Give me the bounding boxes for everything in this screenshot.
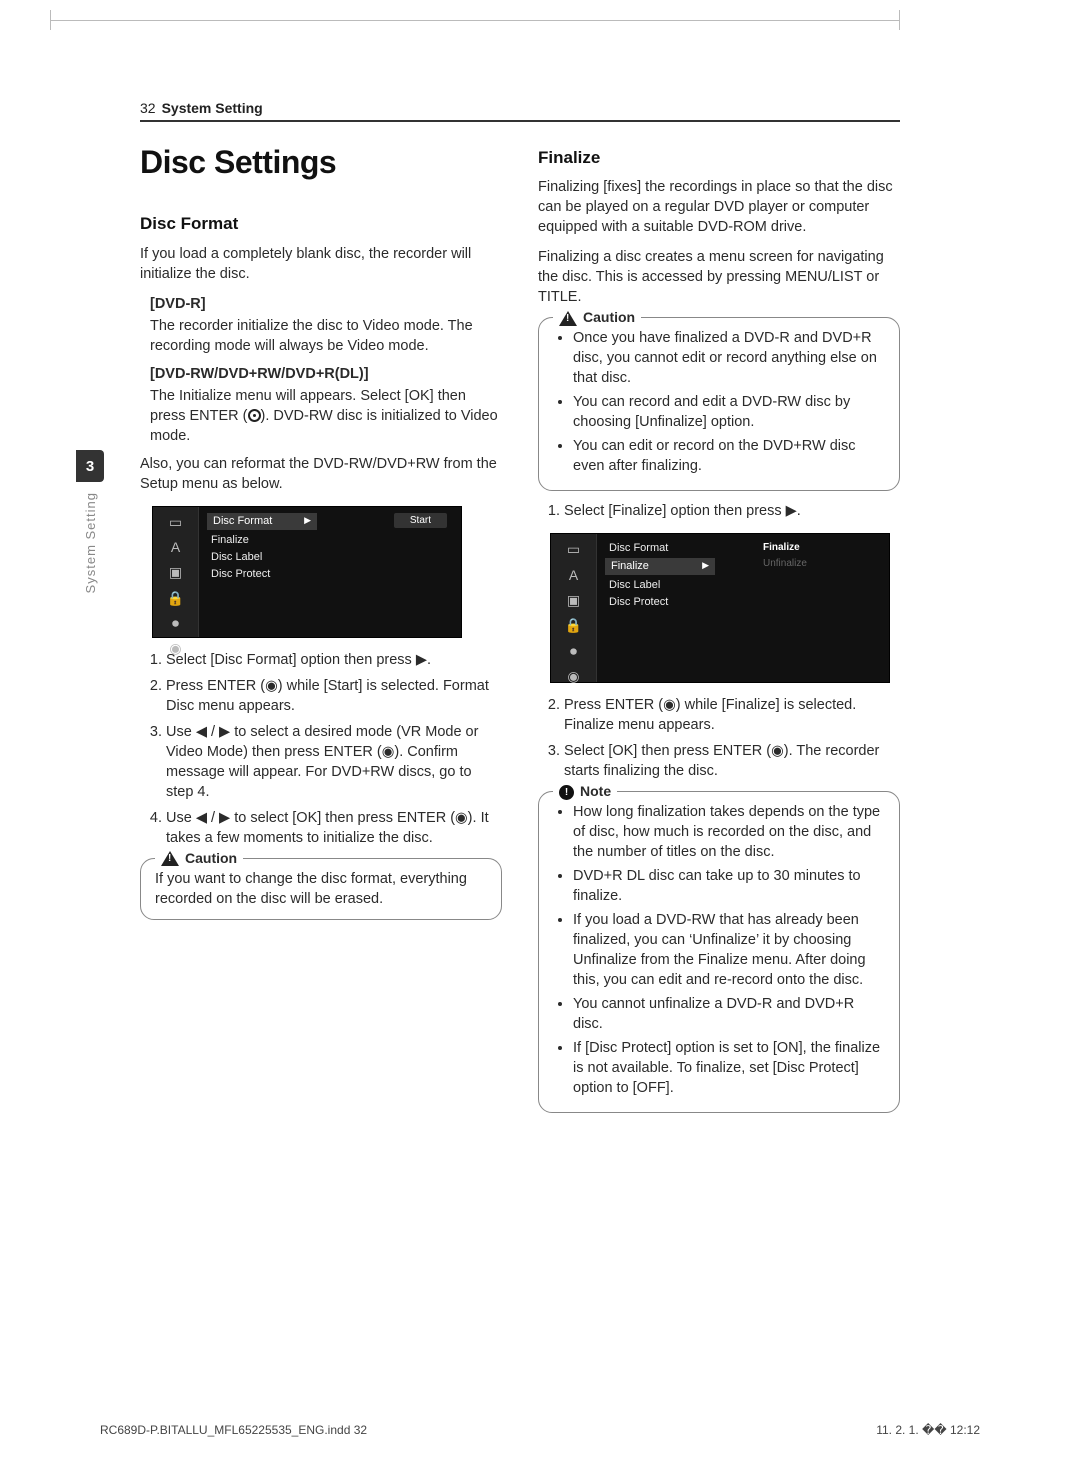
record-icon: ⏺ <box>172 614 179 633</box>
osd-item: Finalize <box>207 532 317 549</box>
step-item: Select [Disc Format] option then press ▶… <box>166 650 502 670</box>
step-item: Use ◀ / ▶ to select [OK] then press ENTE… <box>166 808 502 848</box>
note-item: You cannot unfinalize a DVD-R and DVD+R … <box>573 994 885 1034</box>
caution-body: If you want to change the disc format, e… <box>155 869 487 909</box>
osd-subitem-selected: Finalize <box>759 540 879 556</box>
finalize-steps-1: Select [Finalize] option then press ▶. <box>538 501 900 521</box>
note-item: DVD+R DL disc can take up to 30 minutes … <box>573 866 885 906</box>
finalize-p1: Finalizing [fixes] the recordings in pla… <box>538 177 900 237</box>
osd-start-button: Start <box>394 513 447 529</box>
letter-a-icon: A <box>171 538 180 557</box>
disc-format-intro: If you load a completely blank disc, the… <box>140 244 502 284</box>
header-rule <box>140 120 900 122</box>
also-reformat: Also, you can reformat the DVD-RW/DVD+RW… <box>140 454 502 494</box>
chapter-label: System Setting <box>83 492 98 593</box>
disc-format-steps: Select [Disc Format] option then press ▶… <box>140 650 502 848</box>
note-item: If [Disc Protect] option is set to [ON],… <box>573 1038 885 1098</box>
osd-item: Disc Label <box>605 577 715 594</box>
left-column: Disc Settings Disc Format If you load a … <box>140 140 502 1123</box>
screenshot-finalize: ▭ A ▣ 🔒 ⏺ ◉ Disc Format Finalize▶ Disc L… <box>550 533 890 683</box>
osd-item-selected: Finalize▶ <box>605 558 715 575</box>
osd-subitem-dim: Unfinalize <box>759 556 879 572</box>
note-box: !Note How long finalization takes depend… <box>538 791 900 1113</box>
caution-label: Caution <box>583 308 635 327</box>
step-item: Use ◀ / ▶ to select a desired mode (VR M… <box>166 722 502 802</box>
finalize-p2: Finalizing a disc creates a menu screen … <box>538 247 900 307</box>
lock-icon: 🔒 <box>167 589 184 608</box>
disc-media-icon: ◉ <box>567 667 579 686</box>
step-item: Press ENTER (◉) while [Start] is selecte… <box>166 676 502 716</box>
step-item: Press ENTER (◉) while [Finalize] is sele… <box>564 695 900 735</box>
disc-icon: ▭ <box>169 513 182 532</box>
letter-a-icon: A <box>569 566 578 585</box>
osd-item: Disc Label <box>207 549 317 566</box>
osd-item: Disc Protect <box>207 566 317 583</box>
caution-label: Caution <box>185 849 237 868</box>
heading-finalize: Finalize <box>538 146 900 169</box>
print-footer: RC689D-P.BITALLU_MFL65225535_ENG.indd 32… <box>100 1423 980 1437</box>
caution-item: Once you have finalized a DVD-R and DVD+… <box>573 328 885 388</box>
caution-box-right: Caution Once you have finalized a DVD-R … <box>538 317 900 491</box>
chapter-sidetab: 3 System Setting <box>76 450 104 620</box>
osd-item: Disc Format <box>605 540 715 557</box>
running-header: 32 System Setting <box>140 100 900 116</box>
right-column: Finalize Finalizing [fixes] the recordin… <box>538 140 900 1123</box>
osd-category-icons: ▭ A ▣ 🔒 ⏺ ◉ <box>551 534 597 682</box>
osd-item: Disc Protect <box>605 594 715 611</box>
osd-item-selected: Disc Format▶ <box>207 513 317 530</box>
step-item: Select [OK] then press ENTER (◉). The re… <box>564 741 900 781</box>
screenshot-disc-format: ▭ A ▣ 🔒 ⏺ ◉ Disc Format▶ Finalize Disc L… <box>152 506 462 638</box>
footer-file: RC689D-P.BITALLU_MFL65225535_ENG.indd 32 <box>100 1423 367 1437</box>
caution-icon <box>161 851 179 866</box>
finalize-steps-2: Press ENTER (◉) while [Finalize] is sele… <box>538 695 900 781</box>
heading-disc-format: Disc Format <box>140 212 502 235</box>
dvdrw-body: The Initialize menu will appears. Select… <box>150 386 502 446</box>
caution-icon <box>559 311 577 326</box>
caution-item: You can edit or record on the DVD+RW dis… <box>573 436 885 476</box>
note-icon: ! <box>559 785 574 800</box>
monitor-icon: ▣ <box>567 591 580 610</box>
note-item: If you load a DVD-RW that has already be… <box>573 910 885 990</box>
lock-icon: 🔒 <box>565 616 582 635</box>
disc-icon: ▭ <box>567 540 580 559</box>
step-item: Select [Finalize] option then press ▶. <box>564 501 900 521</box>
record-icon: ⏺ <box>570 642 577 661</box>
monitor-icon: ▣ <box>169 563 182 582</box>
dvdr-body: The recorder initialize the disc to Vide… <box>150 316 502 356</box>
note-label: Note <box>580 782 611 801</box>
disc-media-icon: ◉ <box>169 639 181 658</box>
dvdr-title: [DVD-R] <box>150 294 502 314</box>
note-item: How long finalization takes depends on t… <box>573 802 885 862</box>
osd-category-icons: ▭ A ▣ 🔒 ⏺ ◉ <box>153 507 199 637</box>
page-title: Disc Settings <box>140 140 502 184</box>
page-number: 32 <box>140 100 156 116</box>
chapter-number: 3 <box>76 450 104 482</box>
enter-icon <box>248 409 261 422</box>
section-name: System Setting <box>162 100 263 116</box>
footer-timestamp: 11. 2. 1. �� 12:12 <box>876 1423 980 1437</box>
caution-item: You can record and edit a DVD-RW disc by… <box>573 392 885 432</box>
caution-box-left: Caution If you want to change the disc f… <box>140 858 502 920</box>
dvdrw-title: [DVD-RW/DVD+RW/DVD+R(DL)] <box>150 364 502 384</box>
